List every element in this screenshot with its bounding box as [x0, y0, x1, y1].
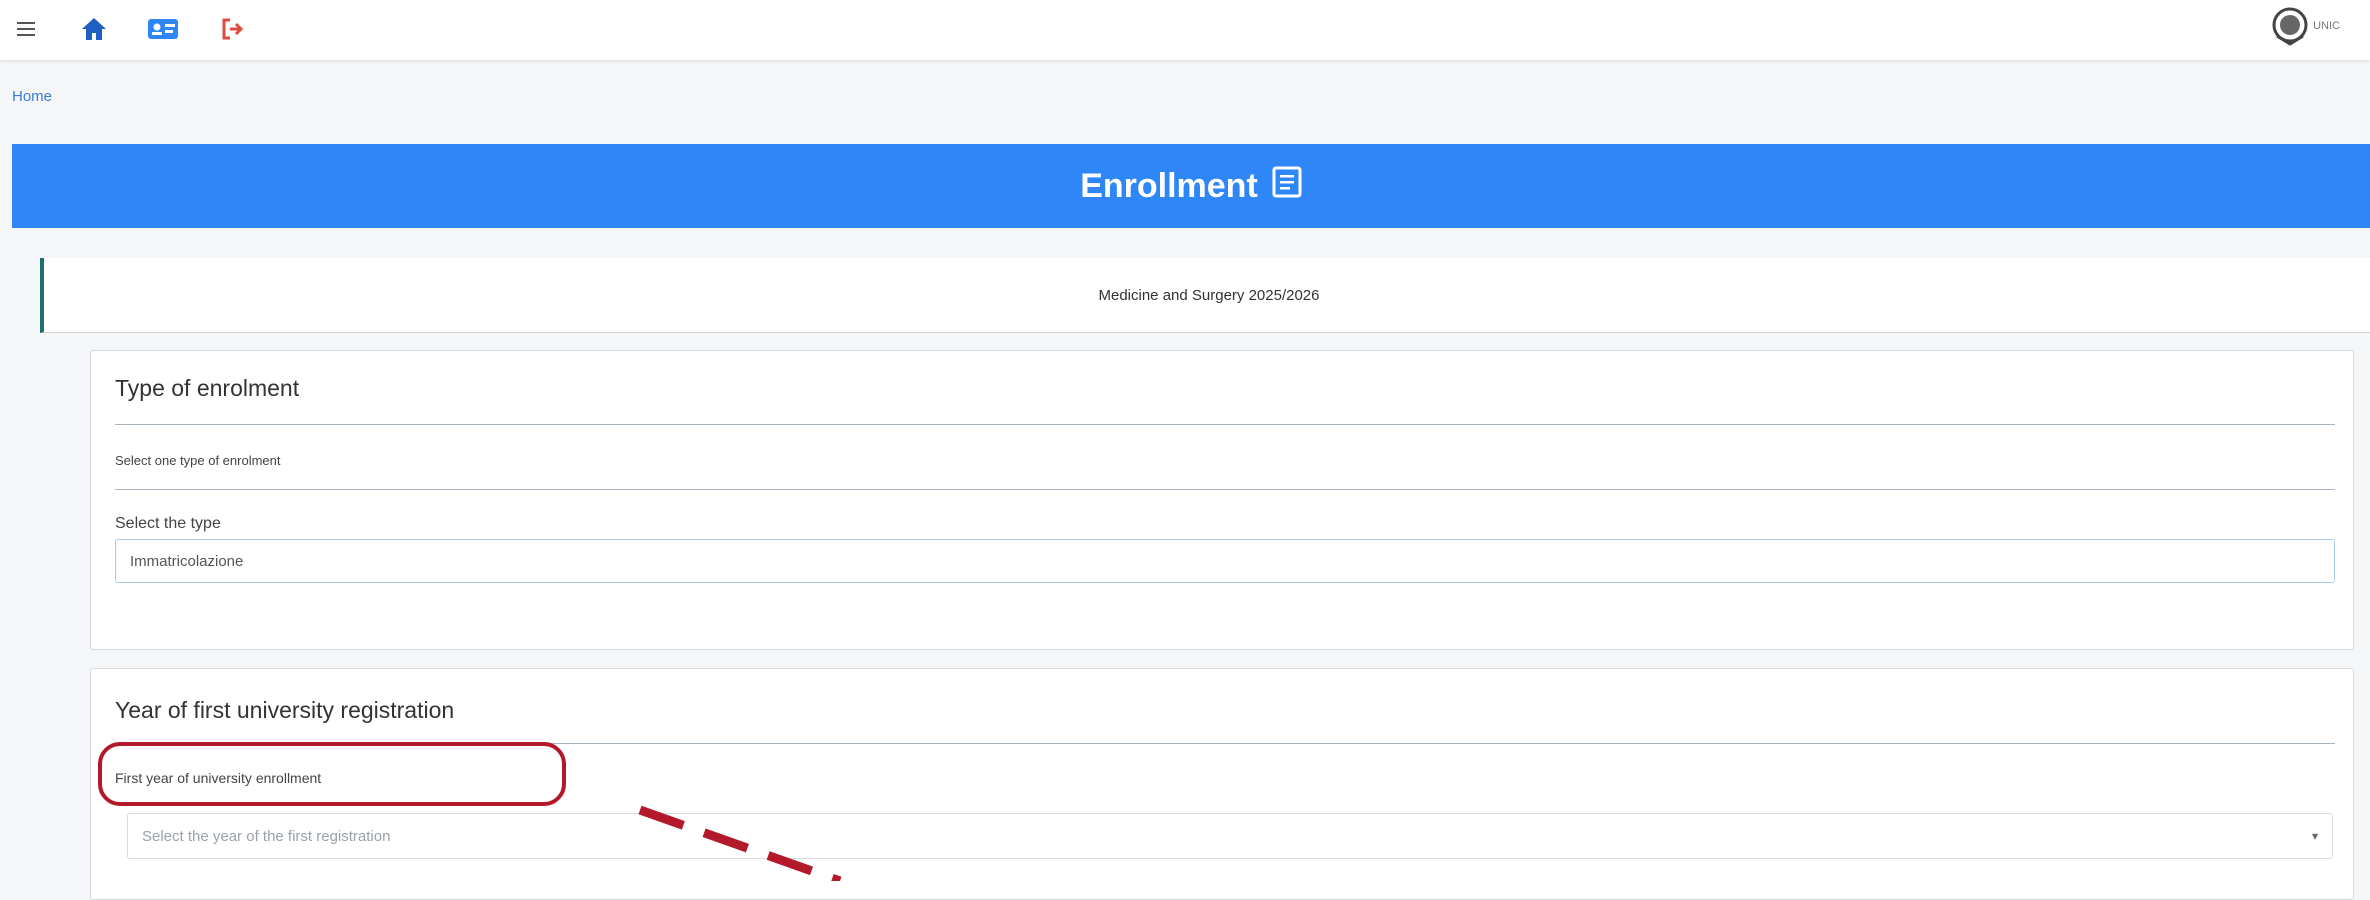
dashed-arrow-annotation [638, 805, 842, 881]
